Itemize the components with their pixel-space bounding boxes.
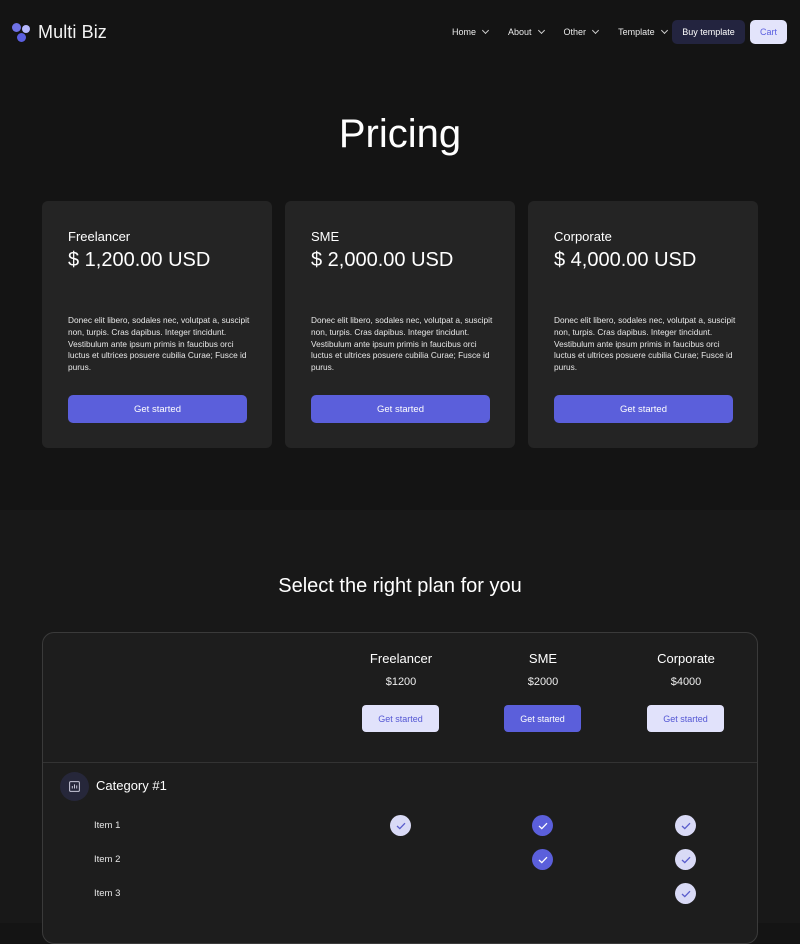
plan-name: SME (528, 651, 558, 666)
card-plan-name: SME (311, 229, 340, 244)
get-started-button[interactable]: Get started (311, 395, 490, 423)
plan-price: $1200 (385, 676, 417, 688)
logo-dots-icon (12, 22, 32, 43)
compare-title: Select the right plan for you (278, 575, 522, 597)
chevron-down-icon (481, 26, 490, 35)
cart-button[interactable]: Cart (750, 20, 787, 44)
checkmark-icon (675, 883, 696, 904)
card-plan-description: Donec elit libero, sodales nec, volutpat… (68, 315, 250, 373)
checkmark-icon (390, 815, 411, 836)
card-plan-description: Donec elit libero, sodales nec, volutpat… (311, 315, 493, 373)
top-nav: Multi Biz Home About Other Template Buy … (0, 0, 800, 64)
nav-template-label: Template (618, 27, 655, 37)
get-started-button[interactable]: Get started (554, 395, 733, 423)
feature-item-label: Item 2 (94, 854, 121, 865)
card-plan-name: Freelancer (68, 229, 131, 244)
chevron-down-icon (537, 26, 545, 35)
nav-home[interactable]: Home (452, 26, 490, 37)
plan-name: Corporate (657, 651, 715, 666)
checkmark-icon (532, 815, 553, 836)
category-label: Category #1 (96, 778, 167, 793)
card-plan-name: Corporate (554, 229, 612, 244)
brand-logo[interactable]: Multi Biz (12, 22, 107, 43)
checkmark-icon (532, 849, 553, 870)
plan-price: $4000 (670, 676, 702, 688)
nav-other[interactable]: Other (563, 26, 600, 37)
get-started-button[interactable]: Get started (504, 705, 581, 732)
chevron-down-icon (592, 26, 600, 35)
get-started-button[interactable]: Get started (68, 395, 247, 423)
nav-links: Home About Other Template (452, 26, 687, 37)
comparison-table: Freelancer $1200 Get started SME $2000 G… (42, 632, 758, 944)
chevron-down-icon (660, 26, 668, 35)
plan-name: Freelancer (369, 651, 433, 666)
card-plan-price: $ 1,200.00 USD (68, 249, 211, 271)
nav-about-label: About (508, 27, 532, 37)
nav-home-label: Home (452, 27, 477, 37)
card-plan-price: $ 4,000.00 USD (554, 249, 697, 271)
checkmark-icon (675, 849, 696, 870)
brand-name: Multi Biz (38, 22, 107, 42)
card-plan-description: Donec elit libero, sodales nec, volutpat… (554, 315, 736, 373)
feature-item-label: Item 3 (94, 888, 121, 899)
checkmark-icon (675, 815, 696, 836)
table-divider (43, 762, 757, 763)
plan-price: $2000 (527, 676, 559, 688)
nav-about[interactable]: About (508, 26, 545, 37)
pricing-card-sme: SME $ 2,000.00 USD Donec elit libero, so… (285, 201, 515, 448)
card-plan-price: $ 2,000.00 USD (311, 249, 454, 271)
feature-item-label: Item 1 (94, 820, 121, 831)
nav-template[interactable]: Template (618, 26, 668, 37)
pricing-card-corporate: Corporate $ 4,000.00 USD Donec elit libe… (528, 201, 758, 448)
get-started-button[interactable]: Get started (362, 705, 439, 732)
pricing-card-freelancer: Freelancer $ 1,200.00 USD Donec elit lib… (42, 201, 272, 448)
buy-template-button[interactable]: Buy template (672, 20, 745, 44)
nav-other-label: Other (563, 27, 587, 37)
page-title: Pricing (338, 112, 462, 156)
bar-chart-icon (60, 772, 89, 801)
get-started-button[interactable]: Get started (647, 705, 724, 732)
